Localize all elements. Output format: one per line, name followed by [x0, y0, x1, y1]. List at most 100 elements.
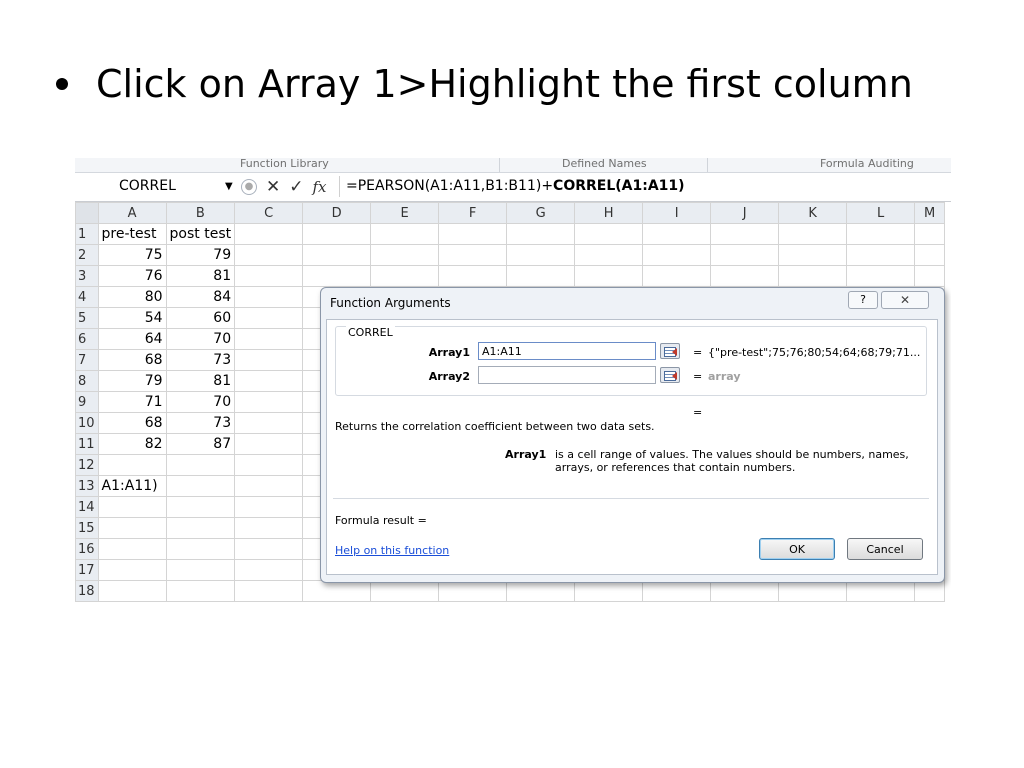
chevron-down-icon[interactable]: ▼ [225, 176, 233, 197]
cell-c2[interactable] [234, 244, 304, 266]
cell-h2[interactable] [574, 244, 644, 266]
cell-c3[interactable] [234, 265, 304, 287]
cell-b12[interactable] [165, 454, 236, 476]
cell-h3[interactable] [574, 265, 644, 287]
cell-a10[interactable]: 68 [97, 412, 167, 434]
array2-collapse-icon[interactable] [660, 367, 680, 383]
cell-b1[interactable]: post test [165, 223, 236, 245]
cell-a1[interactable]: pre-test [97, 223, 167, 245]
cell-i1[interactable] [642, 223, 712, 245]
column-header-e[interactable]: E [370, 202, 440, 224]
insert-function-icon[interactable]: fx [313, 178, 327, 196]
help-on-function-link[interactable]: Help on this function [335, 544, 449, 557]
row-header[interactable]: 9 [75, 391, 99, 413]
cell-k2[interactable] [778, 244, 848, 266]
cell-m3[interactable] [914, 265, 946, 287]
array2-input[interactable] [478, 366, 656, 384]
row-header[interactable]: 12 [75, 454, 99, 476]
cell-a2[interactable]: 75 [97, 244, 167, 266]
cell-c17[interactable] [234, 559, 304, 581]
cell-b5[interactable]: 60 [165, 307, 236, 329]
cell-c10[interactable] [234, 412, 304, 434]
cell-g2[interactable] [506, 244, 576, 266]
column-header-c[interactable]: C [234, 202, 304, 224]
row-header[interactable]: 15 [75, 517, 99, 539]
cell-f3[interactable] [438, 265, 508, 287]
cell-f2[interactable] [438, 244, 508, 266]
column-header-l[interactable]: L [846, 202, 916, 224]
cell-g1[interactable] [506, 223, 576, 245]
row-header[interactable]: 13 [75, 475, 99, 497]
cell-b17[interactable] [165, 559, 236, 581]
column-header-f[interactable]: F [438, 202, 508, 224]
ok-button[interactable]: OK [759, 538, 835, 560]
cell-b13[interactable] [165, 475, 236, 497]
cell-l2[interactable] [846, 244, 916, 266]
select-all-corner[interactable] [75, 202, 99, 224]
cell-m1[interactable] [914, 223, 946, 245]
column-header-b[interactable]: B [165, 202, 236, 224]
cell-c18[interactable] [234, 580, 304, 602]
cell-c6[interactable] [234, 328, 304, 350]
column-header-g[interactable]: G [506, 202, 576, 224]
cell-g18[interactable] [506, 580, 576, 602]
cell-d1[interactable] [302, 223, 372, 245]
cell-a16[interactable] [97, 538, 167, 560]
cell-l3[interactable] [846, 265, 916, 287]
column-header-m[interactable]: M [914, 202, 946, 224]
cell-c1[interactable] [234, 223, 304, 245]
cancel-x-icon[interactable]: ✕ [266, 177, 280, 197]
array1-input[interactable]: A1:A11 [478, 342, 656, 360]
cell-k18[interactable] [778, 580, 848, 602]
column-header-h[interactable]: H [574, 202, 644, 224]
cell-j3[interactable] [710, 265, 780, 287]
cell-a12[interactable] [97, 454, 167, 476]
cell-a6[interactable]: 64 [97, 328, 167, 350]
cell-a4[interactable]: 80 [97, 286, 167, 308]
row-header[interactable]: 10 [75, 412, 99, 434]
row-header[interactable]: 3 [75, 265, 99, 287]
cell-b14[interactable] [165, 496, 236, 518]
cell-c11[interactable] [234, 433, 304, 455]
row-header[interactable]: 11 [75, 433, 99, 455]
cell-g3[interactable] [506, 265, 576, 287]
cell-c7[interactable] [234, 349, 304, 371]
cell-d2[interactable] [302, 244, 372, 266]
formula-dropdown-icon[interactable]: ● [241, 179, 257, 195]
cell-b7[interactable]: 73 [165, 349, 236, 371]
cell-a7[interactable]: 68 [97, 349, 167, 371]
row-header[interactable]: 1 [75, 223, 99, 245]
row-header[interactable]: 16 [75, 538, 99, 560]
cancel-button[interactable]: Cancel [847, 538, 923, 560]
cell-h18[interactable] [574, 580, 644, 602]
cell-c5[interactable] [234, 307, 304, 329]
column-header-j[interactable]: J [710, 202, 780, 224]
array1-collapse-icon[interactable] [660, 343, 680, 359]
row-header[interactable]: 14 [75, 496, 99, 518]
row-header[interactable]: 5 [75, 307, 99, 329]
row-header[interactable]: 18 [75, 580, 99, 602]
cell-d18[interactable] [302, 580, 372, 602]
close-icon[interactable]: ✕ [881, 291, 929, 309]
cell-b18[interactable] [165, 580, 236, 602]
cell-i18[interactable] [642, 580, 712, 602]
cell-b11[interactable]: 87 [165, 433, 236, 455]
help-icon[interactable]: ? [848, 291, 878, 309]
cell-j18[interactable] [710, 580, 780, 602]
cell-f18[interactable] [438, 580, 508, 602]
cell-l18[interactable] [846, 580, 916, 602]
cell-b6[interactable]: 70 [165, 328, 236, 350]
cell-c13[interactable] [234, 475, 304, 497]
column-header-a[interactable]: A [97, 202, 167, 224]
cell-b15[interactable] [165, 517, 236, 539]
cell-a8[interactable]: 79 [97, 370, 167, 392]
cell-h1[interactable] [574, 223, 644, 245]
row-header[interactable]: 6 [75, 328, 99, 350]
cell-a3[interactable]: 76 [97, 265, 167, 287]
cell-c16[interactable] [234, 538, 304, 560]
cell-e18[interactable] [370, 580, 440, 602]
cell-c8[interactable] [234, 370, 304, 392]
cell-m2[interactable] [914, 244, 946, 266]
cell-e3[interactable] [370, 265, 440, 287]
cell-b8[interactable]: 81 [165, 370, 236, 392]
